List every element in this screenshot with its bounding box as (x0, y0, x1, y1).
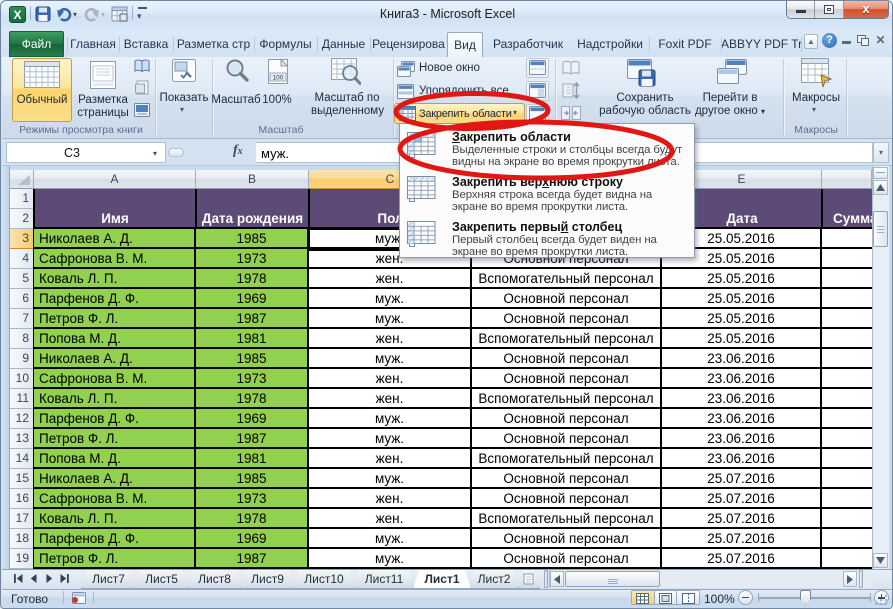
svg-text:100: 100 (273, 75, 284, 82)
